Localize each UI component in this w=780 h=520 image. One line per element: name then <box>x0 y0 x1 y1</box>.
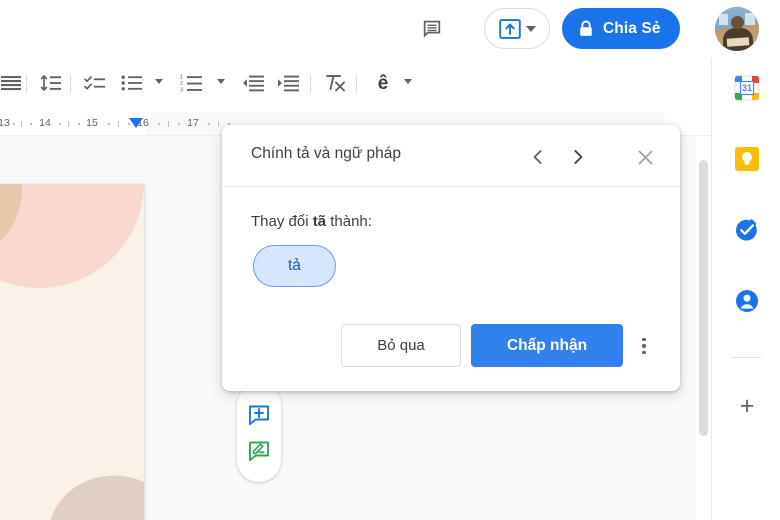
vertical-scrollbar[interactable] <box>696 136 711 520</box>
lock-icon <box>580 20 592 36</box>
svg-text:3: 3 <box>180 87 183 93</box>
chevron-right-icon <box>574 150 583 164</box>
add-label: + <box>739 391 755 420</box>
accept-button[interactable]: Chấp nhận <box>471 324 623 367</box>
close-dialog-button[interactable] <box>631 143 659 171</box>
toolbar-divider <box>26 75 27 93</box>
chevron-down-icon[interactable] <box>404 79 412 84</box>
top-bar: Chia Sẻ <box>0 0 780 58</box>
suggestion-chip[interactable]: tả <box>253 245 336 287</box>
document-page[interactable]: h ời pin 13 <box>0 184 144 520</box>
toolbar-divider <box>310 75 311 93</box>
sidebar-divider <box>732 357 761 358</box>
google-tasks-icon[interactable] <box>734 217 760 243</box>
prompt-suffix: thành: <box>326 213 372 230</box>
clear-formatting-icon[interactable] <box>320 68 350 98</box>
formatting-toolbar: 123 ê <box>0 58 780 169</box>
ruler-number: 14 <box>39 117 51 129</box>
spelling-grammar-dialog: Chính tả và ngữ pháp Thay đổi tã thành: <box>222 125 680 391</box>
chevron-left-icon <box>533 150 542 164</box>
prompt-prefix: Thay đổi <box>251 213 313 230</box>
align-icon[interactable] <box>0 68 26 98</box>
numbered-list-icon[interactable]: 123 <box>177 68 207 98</box>
suggestion-label: tả <box>288 257 301 274</box>
google-keep-icon[interactable] <box>734 146 760 172</box>
add-comment-icon[interactable] <box>244 400 274 430</box>
document-text: h ời pin 13 <box>0 286 144 494</box>
side-panel: 31 + <box>711 58 780 520</box>
google-calendar-icon[interactable]: 31 <box>734 75 760 101</box>
document-line: 13 <box>0 442 144 494</box>
document-line: ời <box>0 338 144 390</box>
ruler-number: 13 <box>0 117 10 129</box>
present-upload-icon <box>498 18 521 39</box>
previous-suggestion-button[interactable] <box>524 143 552 171</box>
dialog-title: Chính tả và ngữ pháp <box>251 145 401 162</box>
chevron-down-icon <box>525 25 536 32</box>
present-button[interactable] <box>484 8 550 49</box>
chevron-down-icon[interactable] <box>155 79 163 84</box>
misspelled-word: tã <box>312 213 327 230</box>
close-icon <box>638 150 652 164</box>
get-addons-icon[interactable]: + <box>734 393 760 419</box>
share-label: Chia Sẻ <box>603 19 661 37</box>
svg-text:2: 2 <box>180 81 183 87</box>
document-line: h <box>0 286 144 338</box>
checklist-icon[interactable] <box>80 68 110 98</box>
document-line: pin <box>0 390 144 442</box>
dialog-header: Chính tả và ngữ pháp <box>222 125 680 187</box>
toolbar-divider <box>356 75 357 93</box>
google-docs-window: Chia Sẻ 1 2 3 ê 3 14 15 16 17 31 + Chính… <box>0 0 780 520</box>
increase-indent-icon[interactable] <box>273 68 303 98</box>
special-characters-glyph: ê <box>377 72 389 94</box>
scrollbar-thumb[interactable] <box>699 160 708 436</box>
decorative-pink-shape <box>0 184 144 288</box>
more-options-icon[interactable] <box>631 333 657 359</box>
ignore-button[interactable]: Bỏ qua <box>341 324 461 367</box>
user-avatar[interactable] <box>715 7 759 51</box>
accept-label: Chấp nhận <box>506 336 588 354</box>
ignore-label: Bỏ qua <box>377 337 425 354</box>
share-button[interactable]: Chia Sẻ <box>562 8 680 49</box>
chevron-down-icon[interactable] <box>217 79 225 84</box>
bulleted-list-icon[interactable] <box>117 68 147 98</box>
suggest-edit-icon[interactable] <box>244 436 274 466</box>
next-suggestion-button[interactable] <box>564 143 592 171</box>
floating-action-column <box>237 384 281 482</box>
calendar-day-label: 31 <box>742 83 752 93</box>
line-spacing-icon[interactable] <box>36 68 66 98</box>
svg-text:1: 1 <box>180 74 183 80</box>
toolbar-divider <box>70 75 71 93</box>
google-contacts-icon[interactable] <box>734 288 760 314</box>
comment-bubble-icon[interactable] <box>414 12 450 46</box>
special-characters-icon[interactable]: ê <box>368 68 398 98</box>
left-indent-marker[interactable] <box>129 118 143 128</box>
ruler-number: 15 <box>86 117 98 129</box>
ruler-number: 17 <box>187 117 199 129</box>
decrease-indent-icon[interactable] <box>238 68 268 98</box>
change-prompt: Thay đổi tã thành: <box>251 213 372 230</box>
